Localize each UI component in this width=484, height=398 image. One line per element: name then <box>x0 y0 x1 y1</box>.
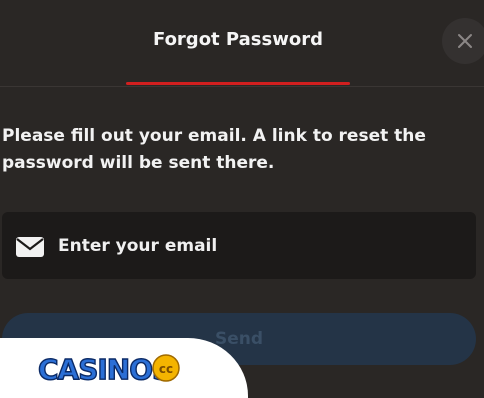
modal-title: Forgot Password <box>153 29 323 50</box>
close-button[interactable] <box>442 18 484 64</box>
svg-text:CASINOS: CASINOS <box>38 353 171 386</box>
modal-header: Forgot Password <box>0 0 484 86</box>
header-divider <box>0 86 484 87</box>
email-field[interactable] <box>2 212 476 279</box>
envelope-icon <box>16 237 44 257</box>
casinos-logo-badge: CASINOS cc <box>0 338 248 398</box>
email-input[interactable] <box>58 212 458 279</box>
active-tab-underline <box>126 82 350 85</box>
close-icon <box>458 34 472 48</box>
casinos-logo: CASINOS cc <box>37 352 180 387</box>
instructions-text: Please fill out your email. A link to re… <box>2 126 426 173</box>
svg-text:cc: cc <box>159 362 173 376</box>
